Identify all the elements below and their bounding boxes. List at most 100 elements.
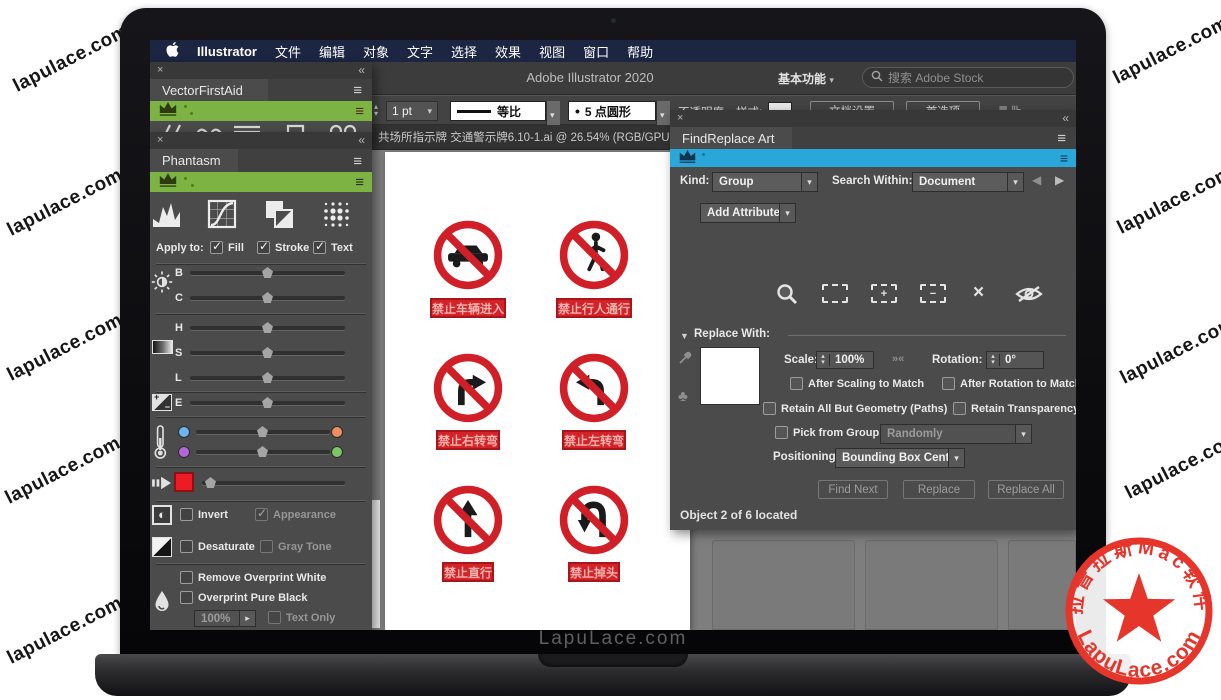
hue-slider[interactable] — [190, 326, 345, 330]
search-input[interactable]: 搜索 Adobe Stock — [862, 67, 1074, 88]
tab-vectorfirstaid[interactable]: VectorFirstAid — [150, 79, 268, 101]
kind-dropdown[interactable]: Group▾ — [712, 172, 818, 192]
replacement-swatch[interactable] — [700, 347, 760, 405]
menu-item-type[interactable]: 文字 — [407, 42, 433, 61]
brand-menu-icon[interactable]: ≡ — [355, 174, 364, 191]
no-right-turn-sign-icon[interactable] — [430, 350, 506, 426]
slider-thumb[interactable] — [262, 397, 273, 408]
menu-item-view[interactable]: 视图 — [539, 42, 565, 61]
collapse-icon[interactable]: « — [1062, 111, 1069, 125]
add-to-selection-icon[interactable]: + — [871, 284, 897, 303]
close-icon[interactable]: × — [677, 112, 683, 124]
desaturate-checkbox[interactable] — [180, 540, 193, 553]
no-vehicles-sign-icon[interactable] — [430, 217, 506, 293]
slider-thumb[interactable] — [205, 477, 216, 488]
levels-icon[interactable] — [150, 198, 184, 235]
slider-thumb[interactable] — [262, 292, 273, 303]
panel-menu-icon[interactable]: ≡ — [1057, 130, 1066, 147]
clear-icon[interactable]: × — [973, 282, 984, 304]
stepper-arrows-icon[interactable]: ▴▾ — [987, 354, 1000, 366]
rotation-stepper[interactable]: ▴▾0° — [986, 351, 1044, 369]
collapse-icon[interactable]: « — [358, 133, 365, 147]
shift-colors-icon[interactable] — [263, 198, 295, 235]
after-scaling-checkbox[interactable] — [790, 377, 803, 390]
menu-item-select[interactable]: 选择 — [451, 42, 477, 61]
find-next-icon[interactable]: ▶ — [1055, 173, 1064, 187]
stepper-arrow-icon[interactable]: ▸ — [239, 611, 255, 626]
workspace-switcher[interactable]: 基本功能 ▾ — [778, 70, 834, 87]
shift-color-swatch[interactable] — [174, 472, 194, 492]
retain-transparency-checkbox[interactable] — [953, 402, 966, 415]
shift-amount-slider[interactable] — [202, 481, 345, 485]
no-straight-sign-icon[interactable] — [430, 482, 506, 558]
select-marquee-icon[interactable] — [822, 284, 848, 303]
exposure-slider[interactable] — [190, 401, 345, 405]
curves-icon[interactable] — [206, 198, 238, 235]
stroke-weight-stepper[interactable]: ▴▾ — [374, 103, 378, 117]
appearance-checkbox[interactable] — [255, 508, 268, 521]
halftone-icon[interactable] — [320, 198, 352, 235]
no-pedestrians-sign-icon[interactable] — [556, 217, 632, 293]
fill-checkbox[interactable] — [210, 241, 223, 254]
tint-slider[interactable] — [196, 450, 330, 454]
lightness-slider[interactable] — [190, 376, 345, 380]
slider-thumb[interactable] — [262, 267, 273, 278]
menu-item-window[interactable]: 窗口 — [583, 42, 609, 61]
no-u-turn-sign-icon[interactable] — [556, 482, 632, 558]
stepper-arrows-icon[interactable]: ▴▾ — [817, 354, 830, 366]
menu-item-file[interactable]: 文件 — [275, 42, 301, 61]
club-icon[interactable]: ♣ — [678, 388, 688, 405]
close-icon[interactable]: × — [157, 64, 163, 76]
find-previous-icon[interactable]: ◀ — [1032, 173, 1041, 187]
collapse-icon[interactable]: « — [358, 63, 365, 77]
stroke-weight-field[interactable]: 1 pt▾ — [386, 101, 438, 121]
invert-checkbox[interactable] — [180, 508, 193, 521]
overprint-pure-black-checkbox[interactable] — [180, 591, 193, 604]
panel-menu-icon[interactable]: ≡ — [353, 153, 362, 170]
contrast-slider[interactable] — [190, 296, 345, 300]
temperature-slider[interactable] — [196, 430, 330, 434]
link-icon[interactable]: »« — [892, 353, 904, 365]
find-next-button[interactable]: Find Next — [818, 480, 888, 499]
stroke-profile-dropdown[interactable]: 等比 — [450, 101, 546, 121]
tab-findreplace-art[interactable]: FindReplace Art — [670, 127, 792, 149]
scale-stepper[interactable]: ▴▾100% — [816, 351, 874, 369]
slider-thumb[interactable] — [262, 347, 273, 358]
stroke-checkbox[interactable] — [257, 241, 270, 254]
slider-thumb[interactable] — [262, 322, 273, 333]
search-within-dropdown[interactable]: Document▾ — [912, 172, 1024, 192]
slider-thumb[interactable] — [257, 426, 268, 437]
menu-item-effect[interactable]: 效果 — [495, 42, 521, 61]
apple-icon[interactable] — [166, 42, 179, 60]
menu-item-app[interactable]: Illustrator — [197, 44, 257, 59]
brush-definition-dropdown[interactable]: •5 点圆形 — [568, 101, 656, 121]
subtract-from-selection-icon[interactable]: − — [920, 284, 946, 303]
close-icon[interactable]: × — [157, 134, 163, 146]
brand-menu-icon[interactable]: ≡ — [1060, 150, 1068, 166]
eyedropper-icon[interactable] — [678, 350, 693, 370]
text-only-checkbox[interactable] — [268, 611, 281, 624]
remove-overprint-white-checkbox[interactable] — [180, 571, 193, 584]
text-checkbox[interactable] — [313, 241, 326, 254]
disclosure-triangle-icon[interactable]: ▼ — [680, 331, 689, 341]
slider-thumb[interactable] — [262, 372, 273, 383]
pick-from-group-checkbox[interactable] — [775, 426, 788, 439]
menu-item-help[interactable]: 帮助 — [627, 42, 653, 61]
replace-button[interactable]: Replace — [903, 480, 975, 499]
brand-menu-icon[interactable]: ≡ — [355, 103, 364, 120]
slider-thumb[interactable] — [257, 446, 268, 457]
replace-all-button[interactable]: Replace All — [988, 480, 1064, 499]
menu-item-edit[interactable]: 编辑 — [319, 42, 345, 61]
saturation-slider[interactable] — [190, 351, 345, 355]
no-left-turn-sign-icon[interactable] — [556, 350, 632, 426]
positioning-dropdown[interactable]: Bounding Box Center▾ — [835, 448, 965, 468]
tab-phantasm[interactable]: Phantasm — [150, 149, 238, 172]
menu-item-object[interactable]: 对象 — [363, 42, 389, 61]
pick-mode-dropdown[interactable]: Randomly▾ — [880, 424, 1032, 444]
gray-tone-checkbox[interactable] — [260, 540, 273, 553]
overprint-percent-field[interactable]: 100%▸ — [194, 610, 256, 627]
brightness-slider[interactable] — [190, 271, 345, 275]
panel-menu-icon[interactable]: ≡ — [353, 82, 362, 99]
after-rotation-checkbox[interactable] — [942, 377, 955, 390]
hide-eye-icon[interactable] — [1014, 284, 1044, 309]
